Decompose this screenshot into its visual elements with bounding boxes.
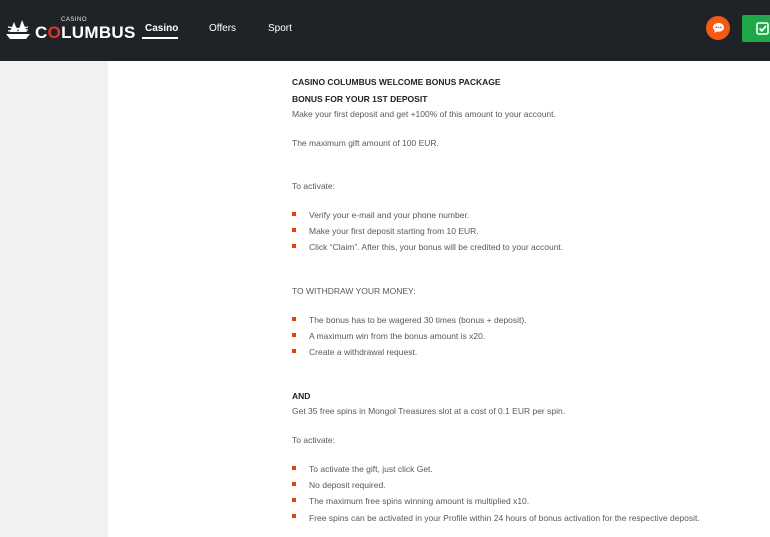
bullet-icon — [292, 482, 296, 486]
nav-item-sport[interactable]: Sport — [268, 23, 292, 34]
bullet-icon — [292, 349, 296, 353]
bullet-icon — [292, 317, 296, 321]
intro-text: Make your first deposit and get +100% of… — [292, 109, 556, 119]
logo-columbus-text: COLUMBUS — [35, 23, 136, 42]
bullet-icon — [292, 228, 296, 232]
page-title: CASINO COLUMBUS WELCOME BONUS PACKAGE — [292, 77, 501, 87]
activate-label: To activate: — [292, 181, 335, 191]
casino-columbus-logo[interactable]: CASINO COLUMBUS — [4, 14, 135, 46]
action-button[interactable] — [742, 15, 770, 42]
withdraw-label: TO WITHDRAW YOUR MONEY: — [292, 286, 416, 296]
and-heading: AND — [292, 391, 311, 401]
checkbox-icon — [756, 22, 769, 35]
ship-logo-icon — [6, 20, 30, 39]
nav-item-offers[interactable]: Offers — [209, 23, 236, 34]
bullet-icon — [292, 244, 296, 248]
bullet-icon — [292, 212, 296, 216]
top-navigation-bar: CASINO COLUMBUS Casino Offers Sport — [0, 0, 770, 61]
free-spins-text: Get 35 free spins in Mongol Treasures sl… — [292, 406, 566, 416]
section-subtitle: BONUS FOR YOUR 1ST DEPOSIT — [292, 94, 428, 104]
bullet-icon — [292, 498, 296, 502]
nav-item-casino[interactable]: Casino — [145, 23, 178, 34]
chat-bubble-icon — [712, 23, 724, 33]
activate-label-2: To activate: — [292, 435, 335, 445]
left-sidebar — [0, 61, 108, 537]
bullet-icon — [292, 333, 296, 337]
bullet-icon — [292, 514, 296, 518]
nav-active-underline — [142, 37, 178, 39]
chat-button[interactable] — [706, 16, 730, 40]
bullet-icon — [292, 466, 296, 470]
max-gift-text: The maximum gift amount of 100 EUR. — [292, 138, 439, 148]
